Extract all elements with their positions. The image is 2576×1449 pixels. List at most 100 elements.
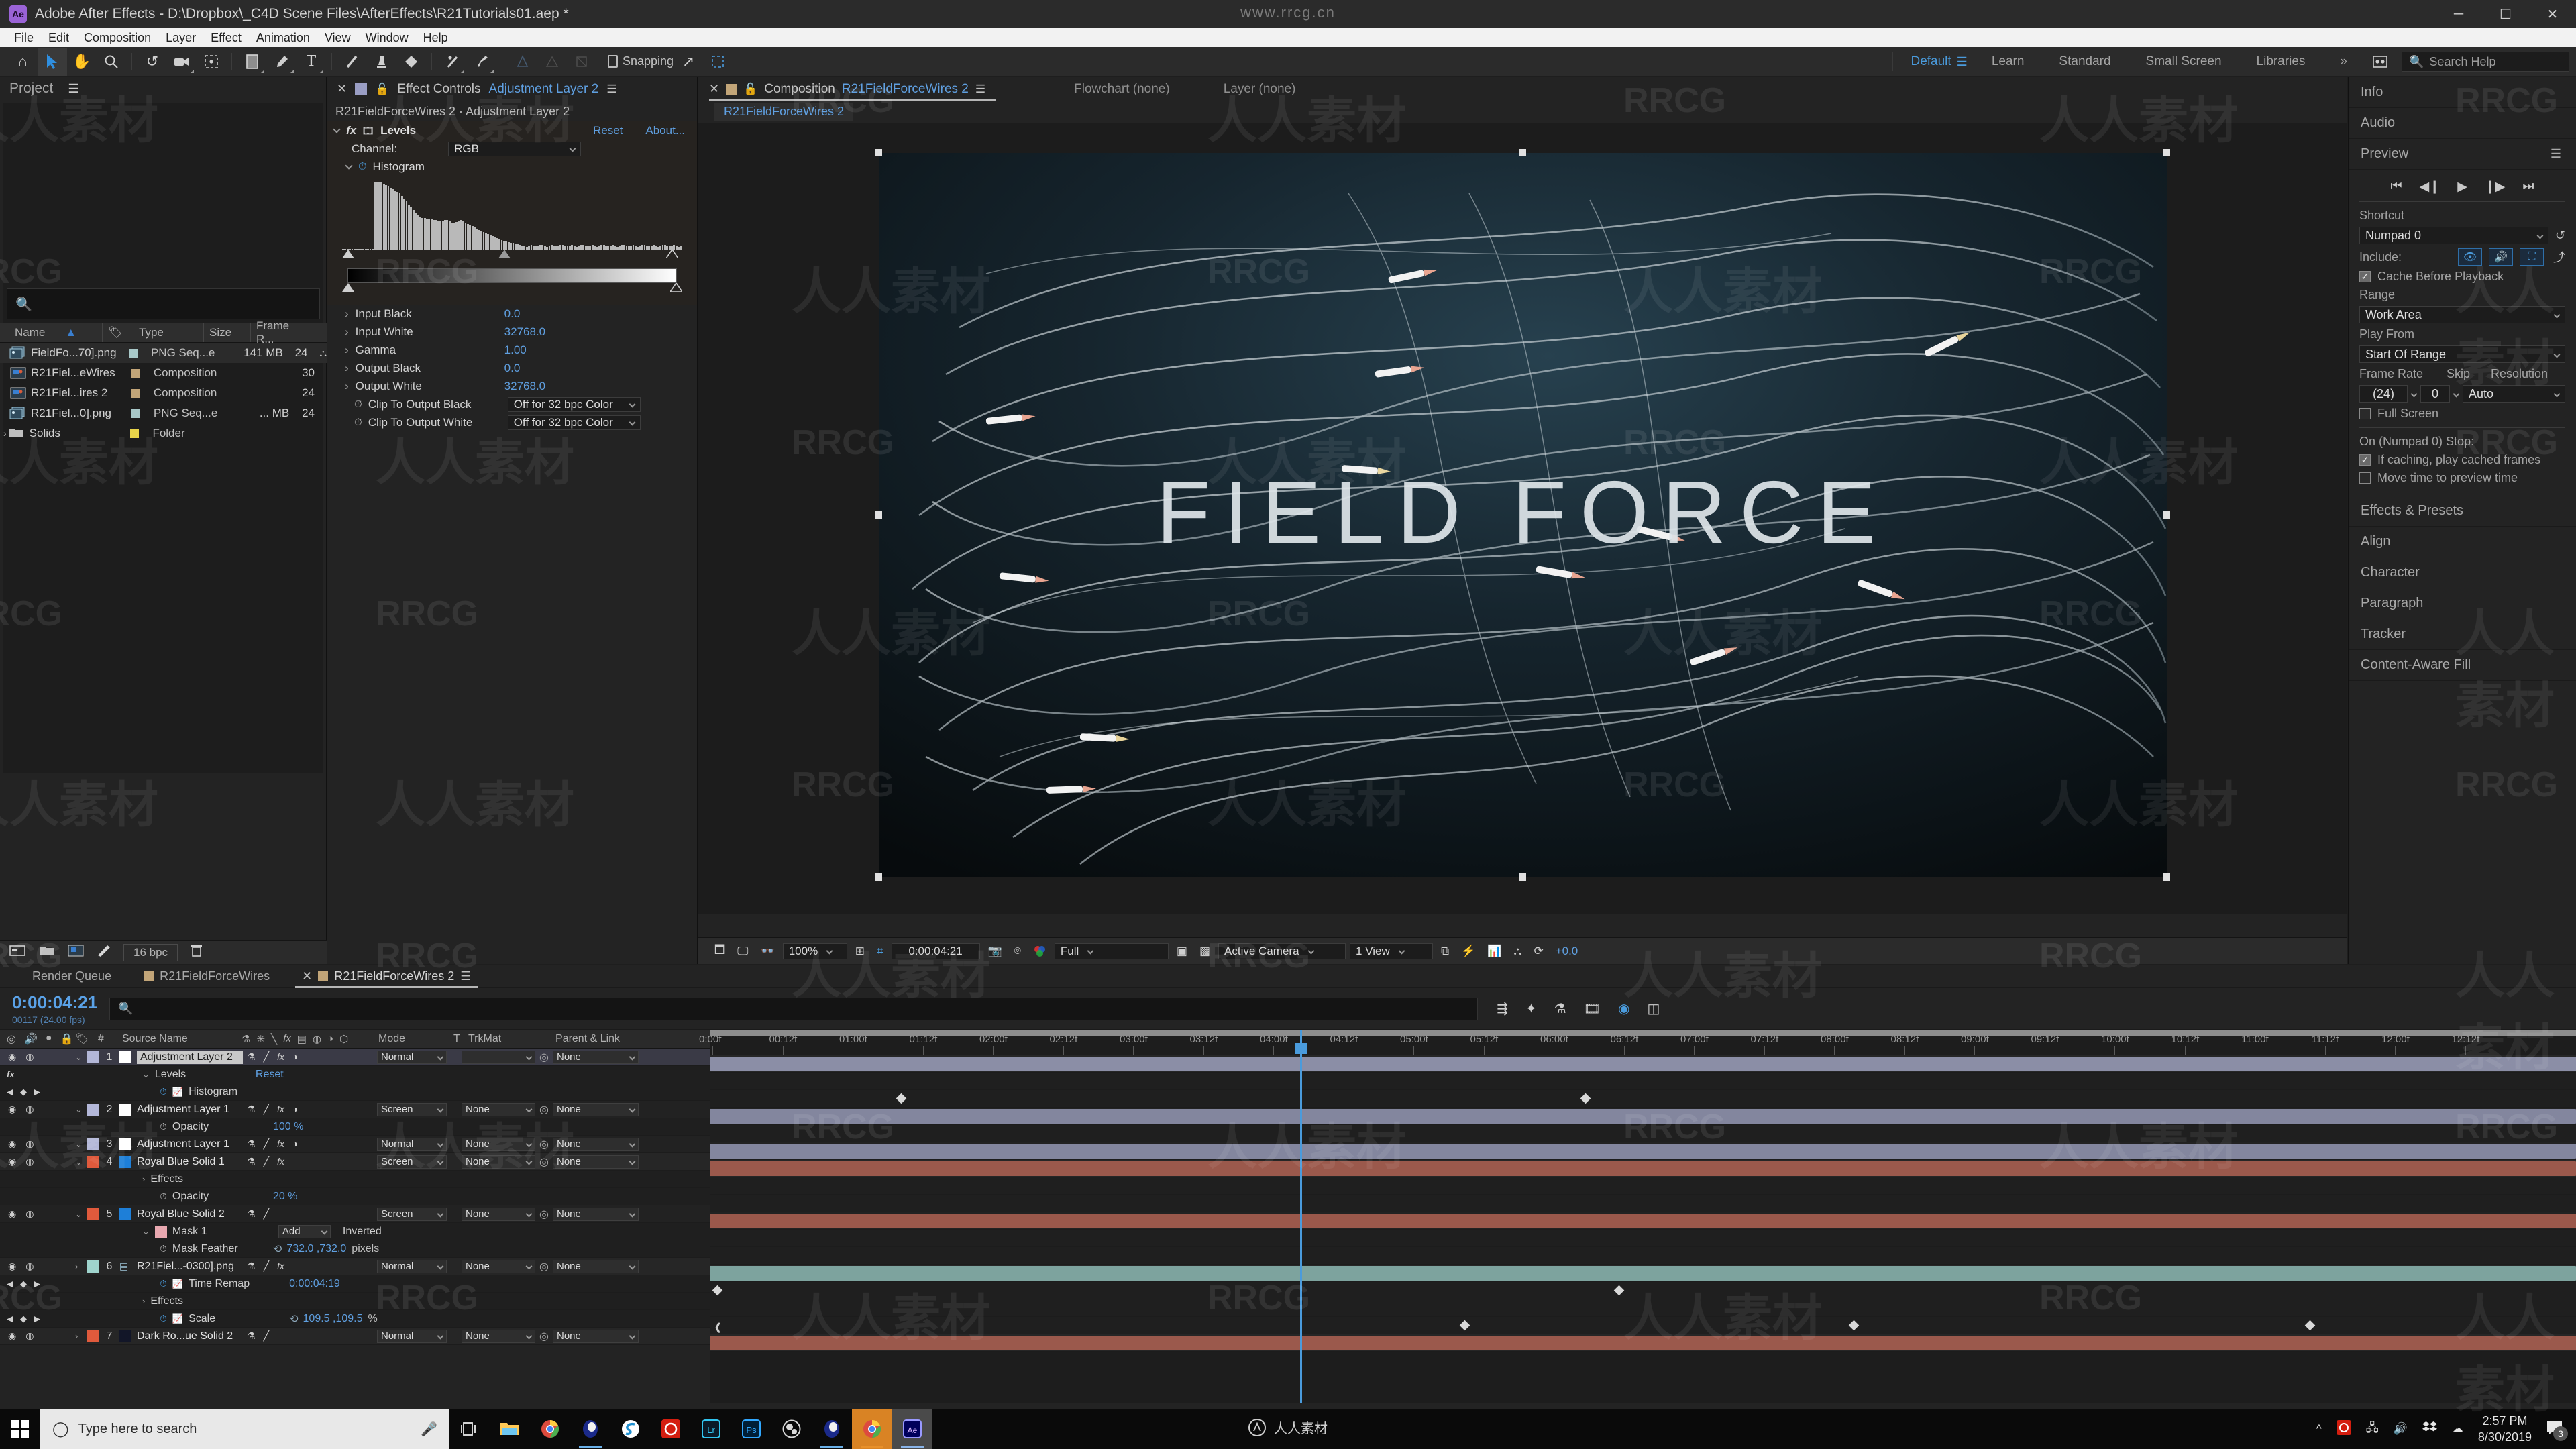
layer-label-swatch[interactable] <box>87 1260 99 1273</box>
prev-keyframe-icon[interactable]: ◀ <box>7 1313 13 1324</box>
rotation-tool-icon[interactable]: ↺ <box>138 48 167 76</box>
layer-duration-bar[interactable] <box>710 1214 2576 1228</box>
effects-switch-icon[interactable]: fx <box>277 1138 284 1150</box>
layer-track-row[interactable] <box>710 1212 2576 1230</box>
chevron-down-icon[interactable] <box>2453 390 2460 397</box>
project-item-label-swatch[interactable] <box>128 348 138 358</box>
composition-viewer[interactable]: FIELD FORCE <box>698 123 2347 914</box>
layer-label-swatch[interactable] <box>87 1138 99 1150</box>
comp-timecode-field[interactable]: 0:00:04:21 <box>891 943 980 959</box>
workspace-libraries[interactable]: Libraries <box>2239 54 2323 69</box>
lock-toggle-icon[interactable]: 🔒 <box>60 1032 74 1046</box>
lightroom-icon[interactable]: Lr <box>691 1409 731 1449</box>
resolution-preview-dropdown[interactable]: Auto <box>2463 385 2565 402</box>
task-view-icon[interactable] <box>449 1409 490 1449</box>
snapping-checkbox-icon[interactable] <box>608 55 618 68</box>
grid-guides-icon[interactable]: ⊞ <box>851 943 869 960</box>
effects-switch-icon[interactable]: fx <box>277 1156 284 1167</box>
resolution-dropdown[interactable]: Full <box>1054 943 1169 959</box>
quality-icon[interactable]: ╲ <box>271 1033 277 1045</box>
effect-controls-tab-target[interactable]: Adjustment Layer 2 <box>489 82 599 97</box>
project-item-label-swatch[interactable] <box>131 388 140 398</box>
property-row[interactable]: ◀ ◆ ▶ ⏱ 📈 Scale ⟲ 109.5 ,109.5% <box>0 1310 710 1328</box>
disclosure-arrow-icon[interactable]: ⌄ <box>75 1104 87 1115</box>
move-time-checkbox[interactable] <box>2359 472 2371 484</box>
video-toggle-icon[interactable]: ◉ <box>8 1260 16 1272</box>
effects-icon[interactable]: fx <box>283 1033 291 1045</box>
project-item-row[interactable]: FieldFo...70].png PNG Seq...e 141 MB 24 … <box>0 343 327 363</box>
layer-trkmat-dropdown[interactable]: None <box>462 1207 535 1221</box>
snap-bounds-icon[interactable] <box>703 48 733 76</box>
mask-swatch[interactable] <box>154 1225 167 1238</box>
selection-handle[interactable] <box>2163 511 2170 519</box>
motion-blur-icon[interactable]: ◍ <box>313 1033 321 1045</box>
layer-parent-dropdown[interactable]: None <box>553 1050 639 1064</box>
next-frame-button[interactable]: ❙▶ <box>2485 179 2506 195</box>
stopwatch-icon[interactable]: ⏱ <box>354 417 362 428</box>
show-snapshot-icon[interactable]: ⌾ <box>1010 943 1025 960</box>
chrome-icon[interactable] <box>530 1409 570 1449</box>
layer-trkmat-dropdown[interactable]: None <box>462 1329 535 1343</box>
channel-dropdown[interactable]: RGB <box>448 141 582 156</box>
property-value[interactable]: 109.5 ,109.5 <box>303 1313 363 1325</box>
full-screen-row[interactable]: Full Screen <box>2359 407 2565 421</box>
new-folder-icon[interactable] <box>39 945 55 960</box>
reset-exposure-icon[interactable]: ⟳ <box>1529 943 1547 960</box>
graph-editor-icon[interactable]: 📈 <box>172 1313 183 1324</box>
tab-composition[interactable]: ✕ 🔓 Composition R21FieldForceWires 2 ☰ <box>709 77 997 101</box>
disclosure-arrow-icon[interactable]: › <box>75 1331 87 1341</box>
property-track-row[interactable] <box>710 1247 2576 1265</box>
disclosure-arrow-icon[interactable]: ⌄ <box>75 1139 87 1150</box>
menu-item-composition[interactable]: Composition <box>76 28 158 47</box>
quality-switch-icon[interactable]: ╱ <box>264 1208 269 1220</box>
property-row[interactable]: ⏱ Opacity 100 % <box>0 1118 710 1136</box>
panel-menu-icon[interactable]: ☰ <box>2551 147 2561 161</box>
parent-pickwhip-icon[interactable]: ◎ <box>535 1155 553 1169</box>
layer-parent-dropdown[interactable]: None <box>553 1259 639 1273</box>
parent-pickwhip-icon[interactable]: ◎ <box>535 1103 553 1116</box>
menu-item-file[interactable]: File <box>7 28 41 47</box>
tab-flowchart[interactable]: Flowchart (none) <box>1047 82 1197 97</box>
disclosure-arrow-icon[interactable]: ⌄ <box>142 1069 150 1080</box>
hand-tool-icon[interactable]: ✋ <box>67 48 97 76</box>
layer-parent-dropdown[interactable]: None <box>553 1102 639 1116</box>
search-help-input[interactable]: 🔍 Search Help <box>2402 52 2569 72</box>
fast-previews-icon[interactable]: ⚡ <box>1457 943 1479 960</box>
input-white-slider[interactable] <box>666 250 678 258</box>
layer-duration-bar[interactable] <box>710 1144 2576 1159</box>
creative-cloud-tray-icon[interactable] <box>2336 1419 2351 1438</box>
comp-flowchart-icon[interactable]: ⛬ <box>1510 943 1526 960</box>
collapsed-panel-paragraph[interactable]: Paragraph <box>2349 588 2576 619</box>
microphone-icon[interactable]: 🎤 <box>421 1421 437 1438</box>
camera-view-dropdown[interactable]: Active Camera <box>1218 943 1346 959</box>
draft-3d-icon[interactable]: ✦ <box>1525 1000 1537 1017</box>
graph-editor-icon[interactable]: 📈 <box>172 1279 183 1289</box>
keyframe-toggle-icon[interactable]: ◆ <box>20 1313 27 1324</box>
motion-blur-icon[interactable]: ◉ <box>1618 1000 1629 1017</box>
chevron-down-icon[interactable] <box>2410 390 2418 397</box>
sketchup-icon[interactable] <box>610 1409 651 1449</box>
audio-toggle-icon[interactable]: 🔊 <box>24 1032 38 1046</box>
layer-parent-dropdown[interactable]: None <box>553 1137 639 1151</box>
cache-before-playback-checkbox[interactable]: ✓ <box>2359 271 2371 282</box>
video-toggle-icon[interactable]: ◎ <box>7 1032 16 1046</box>
exposure-value[interactable]: +0.0 <box>1552 943 1582 960</box>
shy-switch-icon[interactable]: ⚗ <box>247 1051 256 1063</box>
photoshop-icon[interactable]: Ps <box>731 1409 771 1449</box>
effects-switch-icon[interactable]: fx <box>277 1104 284 1115</box>
quality-switch-icon[interactable]: ╱ <box>264 1104 269 1115</box>
roto-brush-tool-icon[interactable] <box>437 48 467 76</box>
collapse-transformations-icon[interactable]: ✳ <box>256 1033 265 1045</box>
interpret-footage-icon[interactable] <box>9 944 27 961</box>
effect-dropdown-param-row[interactable]: ⏱ Clip To Output White Off for 32 bpc Colo… <box>327 413 697 431</box>
workspace-standard[interactable]: Standard <box>2041 54 2128 69</box>
align-pyramid-icon[interactable] <box>537 48 567 76</box>
property-track-row[interactable] <box>710 1195 2576 1212</box>
layer-name[interactable]: Adjustment Layer 2 <box>137 1050 243 1064</box>
first-frame-button[interactable]: ⏮ <box>2391 179 2402 195</box>
network-icon[interactable]: 🖧 <box>2366 1419 2379 1439</box>
menu-item-effect[interactable]: Effect <box>203 28 249 47</box>
property-value[interactable]: 20 % <box>273 1191 297 1203</box>
selection-handle[interactable] <box>875 873 882 881</box>
lock-icon[interactable]: 🔓 <box>743 83 757 96</box>
